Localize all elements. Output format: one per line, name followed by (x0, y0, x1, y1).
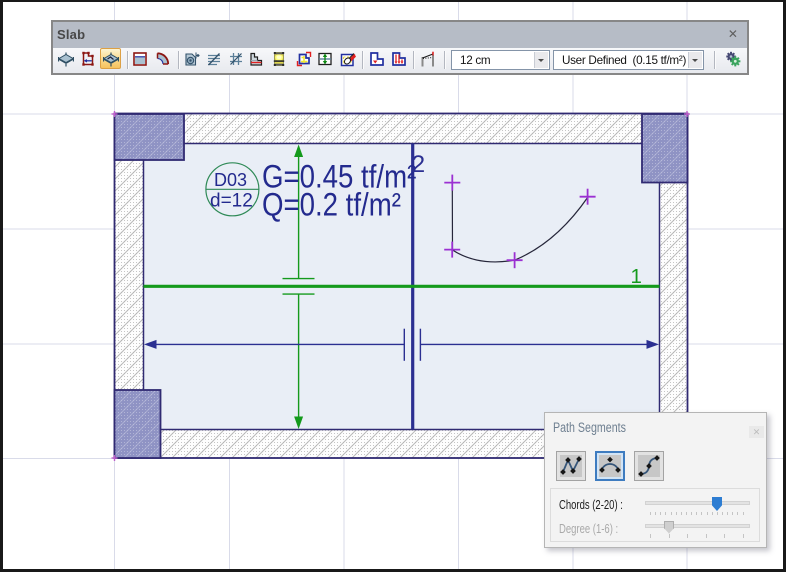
svg-text:1: 1 (631, 265, 642, 288)
svg-text:d=12: d=12 (210, 191, 253, 212)
svg-text:2: 2 (412, 151, 426, 178)
svg-text:Q=0.2 tf/m²: Q=0.2 tf/m² (262, 187, 401, 223)
svg-text:D03: D03 (214, 170, 247, 190)
